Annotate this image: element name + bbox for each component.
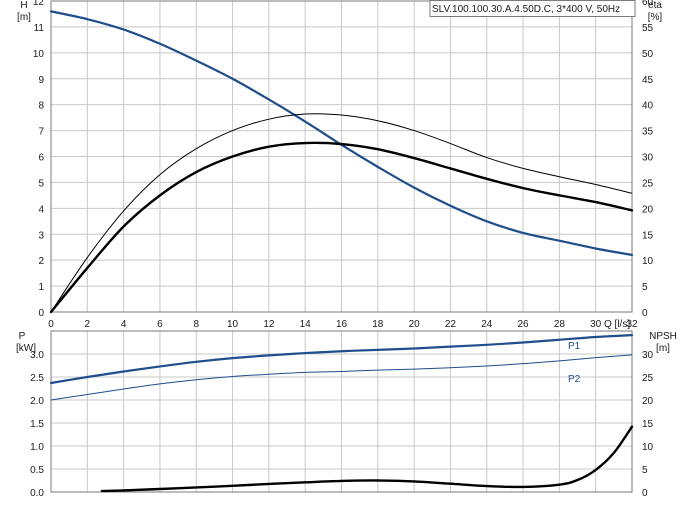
x-tick-label: 20 — [409, 319, 421, 330]
upper-left-tick-label: 4 — [38, 204, 44, 215]
lower-grid — [50, 330, 633, 493]
x-axis-label: Q [l/s] — [604, 319, 630, 330]
lower-left-tick-label: 1.0 — [30, 442, 44, 453]
upper-left-tick-label: 11 — [34, 23, 45, 34]
x-tick-label: 6 — [157, 319, 163, 330]
upper-grid — [50, 0, 633, 313]
upper-left-tick-label: 9 — [38, 75, 44, 86]
upper-left-tick-label: 0 — [38, 308, 44, 319]
x-tick-label: 18 — [372, 319, 384, 330]
lower-right-tick-label: 15 — [642, 419, 654, 430]
x-tick-label: 30 — [590, 319, 602, 330]
upper-left-axis-name: H — [20, 0, 27, 11]
x-tick-label: 16 — [336, 319, 348, 330]
pump-performance-chart: 0 1 2 3 4 5 6 7 8 9 10 11 12 0 5 10 15 20 25 30 35 40 45 50 55 60… — [0, 0, 691, 500]
x-tick-label: 4 — [121, 319, 127, 330]
x-tick-label: 22 — [445, 319, 457, 330]
x-tick-label: 8 — [193, 319, 199, 330]
lower-right-axis-unit: [m] — [656, 343, 670, 354]
x-tick-label: 14 — [300, 319, 312, 330]
p1-series-label: P1 — [568, 341, 581, 352]
x-tick-label: 2 — [85, 319, 91, 330]
lower-right-tick-label: 5 — [642, 465, 648, 476]
lower-right-tick-label: 10 — [642, 442, 654, 453]
upper-tick-labels: 0123456789101112051015202530354045505560… — [33, 0, 654, 330]
lower-right-tick-label: 30 — [642, 350, 654, 361]
upper-right-tick-label: 20 — [642, 204, 654, 215]
lower-left-axis-unit: [kW] — [16, 343, 36, 354]
upper-right-axis-name: eta — [648, 0, 662, 11]
upper-right-tick-label: 50 — [642, 49, 654, 60]
x-tick-label: 26 — [518, 319, 530, 330]
p2-series-label: P2 — [568, 374, 581, 385]
upper-right-tick-label: 40 — [642, 101, 654, 112]
lower-left-tick-label: 2.0 — [30, 396, 44, 407]
lower-left-tick-label: 2.5 — [30, 373, 44, 384]
upper-right-tick-label: 5 — [642, 282, 648, 293]
x-tick-label: 10 — [227, 319, 239, 330]
upper-right-tick-label: 30 — [642, 153, 654, 164]
chart-canvas: 0123456789101112051015202530354045505560… — [16, 0, 677, 499]
x-tick-label: 24 — [481, 319, 493, 330]
upper-left-tick-label: 1 — [38, 282, 44, 293]
lower-right-axis-name: NPSH — [649, 331, 677, 342]
upper-right-tick-label: 55 — [642, 23, 654, 34]
upper-right-tick-label: 15 — [642, 230, 654, 241]
upper-left-tick-label: 6 — [38, 153, 44, 164]
upper-left-tick-label: 8 — [38, 101, 44, 112]
upper-right-tick-label: 0 — [642, 308, 648, 319]
upper-right-tick-label: 10 — [642, 256, 654, 267]
x-tick-label: 28 — [554, 319, 566, 330]
chart-title: SLV.100.100.30.A.4.50D.C, 3*400 V, 50Hz — [432, 4, 620, 15]
lower-left-tick-label: 0.5 — [30, 465, 44, 476]
lower-left-axis-name: P — [19, 331, 26, 342]
upper-right-tick-label: 25 — [642, 178, 654, 189]
x-tick-label: 0 — [48, 319, 54, 330]
x-tick-label: 12 — [263, 319, 275, 330]
lower-left-tick-label: 1.5 — [30, 419, 44, 430]
lower-right-tick-label: 0 — [642, 488, 648, 499]
upper-left-tick-label: 7 — [38, 127, 44, 138]
upper-left-tick-label: 10 — [33, 49, 45, 60]
upper-right-tick-label: 35 — [642, 127, 654, 138]
upper-left-tick-label: 12 — [33, 0, 45, 8]
upper-right-tick-label: 45 — [642, 75, 654, 86]
lower-series-2-line — [100, 425, 634, 493]
upper-left-tick-label: 3 — [38, 230, 44, 241]
lower-left-tick-label: 0.0 — [30, 488, 44, 499]
upper-left-tick-label: 5 — [38, 178, 44, 189]
upper-right-axis-unit: [%] — [648, 12, 663, 23]
lower-right-tick-label: 20 — [642, 396, 654, 407]
upper-left-axis-unit: [m] — [17, 12, 31, 23]
lower-right-tick-label: 25 — [642, 373, 654, 384]
upper-left-tick-label: 2 — [38, 256, 44, 267]
